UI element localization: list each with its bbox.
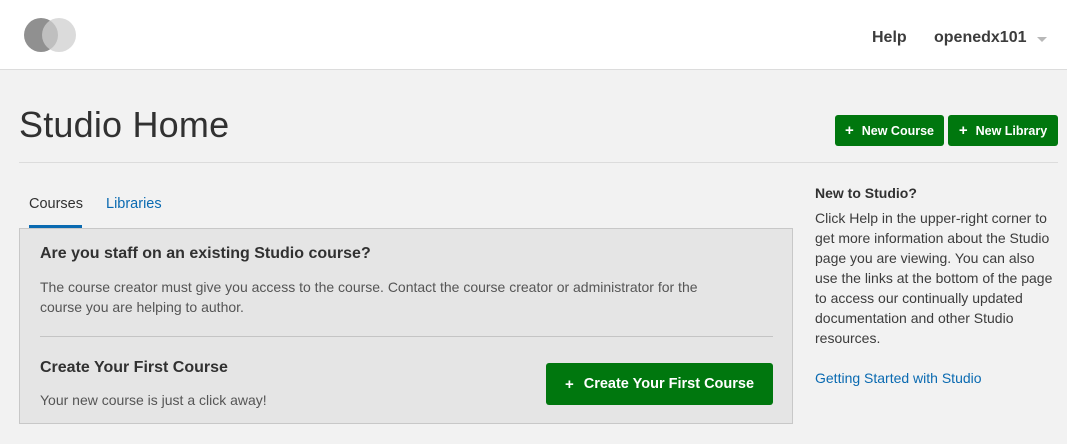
openedx-logo-icon[interactable]: [24, 18, 76, 52]
create-first-course-text: Your new course is just a click away!: [40, 392, 267, 408]
new-course-label: New Course: [861, 123, 934, 138]
tab-libraries[interactable]: Libraries: [106, 196, 162, 212]
new-library-label: New Library: [975, 123, 1048, 138]
page-title: Studio Home: [19, 104, 230, 145]
create-first-course-heading: Create Your First Course: [40, 359, 228, 376]
new-library-button[interactable]: + New Library: [948, 115, 1058, 146]
notice-text: The course creator must give you access …: [40, 279, 698, 315]
notice-divider: [40, 336, 773, 337]
getting-started-link[interactable]: Getting Started with Studio: [815, 370, 982, 386]
top-header: Help openedx101: [0, 0, 1067, 70]
courses-notice-panel: Are you staff on an existing Studio cour…: [19, 228, 793, 424]
user-menu-button[interactable]: openedx101: [934, 29, 1026, 47]
create-first-course-label: Create Your First Course: [583, 376, 755, 392]
title-divider: [19, 162, 1058, 163]
help-link[interactable]: Help: [872, 29, 907, 47]
plus-icon: +: [844, 122, 854, 139]
notice-heading: Are you staff on an existing Studio cour…: [40, 245, 371, 262]
create-first-course-button[interactable]: + Create Your First Course: [546, 363, 773, 405]
new-course-button[interactable]: + New Course: [835, 115, 944, 146]
caret-down-icon[interactable]: [1037, 37, 1047, 42]
logo-circle-right: [42, 18, 76, 52]
tab-courses[interactable]: Courses: [29, 196, 83, 212]
sidebar-heading: New to Studio?: [815, 185, 917, 201]
plus-icon: +: [958, 122, 968, 139]
sidebar-text: Click Help in the upper-right corner to …: [815, 210, 1053, 346]
plus-icon: +: [564, 375, 574, 393]
